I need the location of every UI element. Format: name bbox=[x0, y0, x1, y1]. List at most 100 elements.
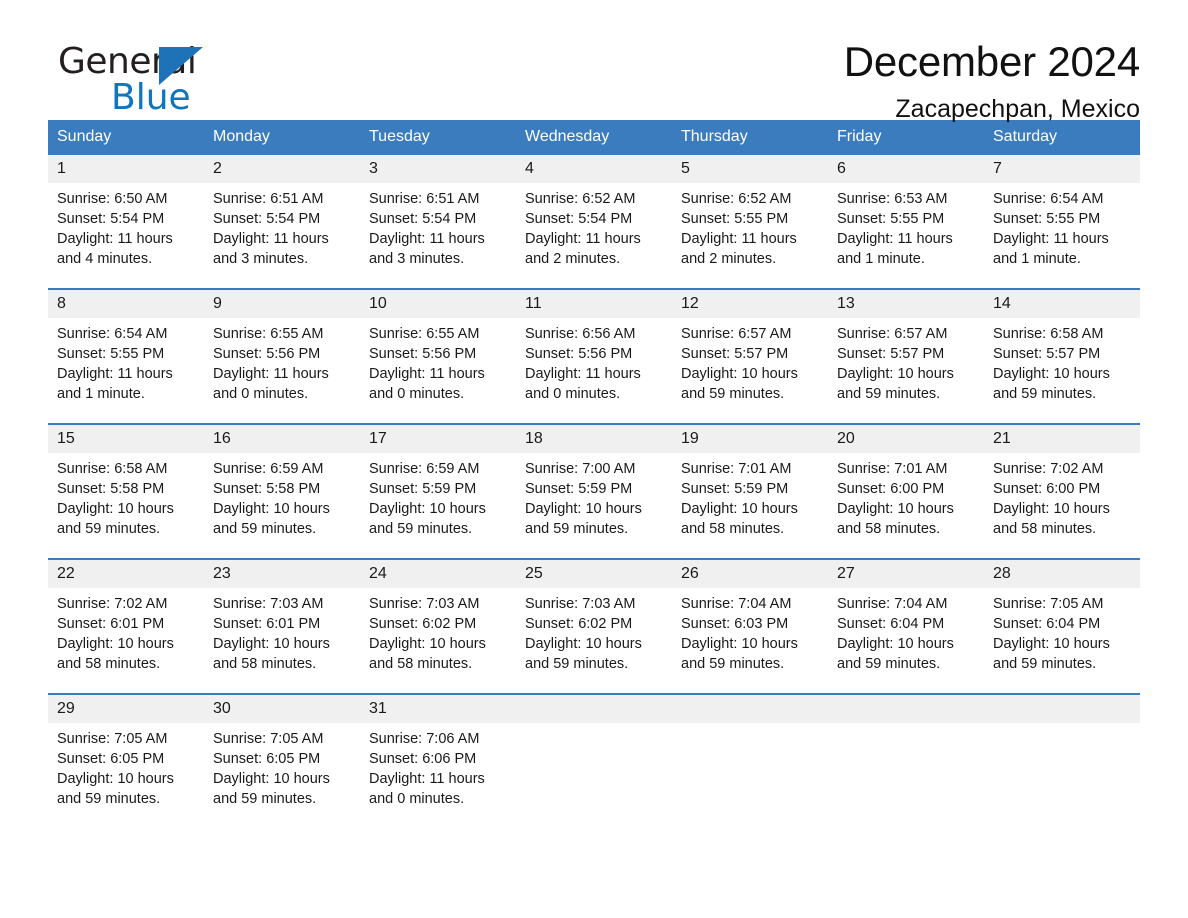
day-cell[interactable]: 21 Sunrise: 7:02 AM Sunset: 6:00 PM Dayligh… bbox=[984, 423, 1140, 559]
sunrise-text: Sunrise: 7:02 AM bbox=[57, 596, 168, 612]
day-cell[interactable]: 31 Sunrise: 7:06 AM Sunset: 6:06 PM Dayligh… bbox=[360, 693, 516, 828]
daylight-text-line1: Daylight: 10 hours bbox=[993, 636, 1110, 652]
day-cell[interactable]: 10 Sunrise: 6:55 AM Sunset: 5:56 PM Dayligh… bbox=[360, 288, 516, 424]
daylight-text-line1: Daylight: 11 hours bbox=[681, 231, 797, 247]
sunset-text: Sunset: 5:59 PM bbox=[681, 481, 789, 497]
sunrise-text: Sunrise: 7:04 AM bbox=[681, 596, 792, 612]
sunset-text: Sunset: 5:58 PM bbox=[213, 481, 321, 497]
day-cell[interactable]: 3 Sunrise: 6:51 AM Sunset: 5:54 PM Daylight… bbox=[360, 155, 516, 289]
day-cell[interactable]: 18 Sunrise: 7:00 AM Sunset: 5:59 PM Dayligh… bbox=[516, 423, 672, 559]
day-info: Sunrise: 7:06 AM Sunset: 6:06 PM Daylight:… bbox=[360, 723, 516, 809]
sunrise-text: Sunrise: 7:06 AM bbox=[369, 731, 480, 747]
day-number: 18 bbox=[516, 425, 672, 453]
day-number: 22 bbox=[48, 560, 204, 588]
daylight-text-line2: and 1 minute. bbox=[57, 386, 145, 402]
day-info bbox=[828, 723, 984, 729]
day-info: Sunrise: 6:56 AM Sunset: 5:56 PM Daylight:… bbox=[516, 318, 672, 404]
day-cell[interactable]: 16 Sunrise: 6:59 AM Sunset: 5:58 PM Dayligh… bbox=[204, 423, 360, 559]
day-info: Sunrise: 6:54 AM Sunset: 5:55 PM Daylight:… bbox=[48, 318, 204, 404]
daylight-text-line2: and 59 minutes. bbox=[993, 386, 1097, 402]
day-info: Sunrise: 7:05 AM Sunset: 6:05 PM Daylight:… bbox=[204, 723, 360, 809]
day-cell[interactable]: 4 Sunrise: 6:52 AM Sunset: 5:54 PM Daylight… bbox=[516, 155, 672, 289]
week-row: 22 Sunrise: 7:02 AM Sunset: 6:01 PM Dayligh… bbox=[48, 558, 1140, 694]
day-cell[interactable]: 5 Sunrise: 6:52 AM Sunset: 5:55 PM Daylight… bbox=[672, 155, 828, 289]
day-number: 20 bbox=[828, 425, 984, 453]
daylight-text-line2: and 59 minutes. bbox=[681, 656, 785, 672]
daylight-text-line2: and 59 minutes. bbox=[57, 791, 161, 807]
day-cell[interactable]: 15 Sunrise: 6:58 AM Sunset: 5:58 PM Dayligh… bbox=[48, 423, 204, 559]
day-cell[interactable]: 2 Sunrise: 6:51 AM Sunset: 5:54 PM Daylight… bbox=[204, 155, 360, 289]
daylight-text-line2: and 1 minute. bbox=[993, 251, 1081, 267]
daylight-text-line2: and 59 minutes. bbox=[213, 521, 317, 537]
day-cell[interactable]: 29 Sunrise: 7:05 AM Sunset: 6:05 PM Dayligh… bbox=[48, 693, 204, 828]
day-number: 11 bbox=[516, 290, 672, 318]
daylight-text-line1: Daylight: 10 hours bbox=[213, 501, 330, 517]
daylight-text-line2: and 59 minutes. bbox=[57, 521, 161, 537]
day-cell[interactable]: 27 Sunrise: 7:04 AM Sunset: 6:04 PM Dayligh… bbox=[828, 558, 984, 694]
day-cell[interactable]: 1 Sunrise: 6:50 AM Sunset: 5:54 PM Daylight… bbox=[48, 155, 204, 289]
day-cell[interactable]: 26 Sunrise: 7:04 AM Sunset: 6:03 PM Dayligh… bbox=[672, 558, 828, 694]
sunset-text: Sunset: 6:06 PM bbox=[369, 751, 477, 767]
day-cell[interactable]: 7 Sunrise: 6:54 AM Sunset: 5:55 PM Daylight… bbox=[984, 155, 1140, 289]
day-cell[interactable]: 9 Sunrise: 6:55 AM Sunset: 5:56 PM Daylight… bbox=[204, 288, 360, 424]
daylight-text-line2: and 59 minutes. bbox=[993, 656, 1097, 672]
sunset-text: Sunset: 6:02 PM bbox=[369, 616, 477, 632]
day-info bbox=[672, 723, 828, 729]
day-cell[interactable]: 17 Sunrise: 6:59 AM Sunset: 5:59 PM Dayligh… bbox=[360, 423, 516, 559]
day-cell[interactable]: 28 Sunrise: 7:05 AM Sunset: 6:04 PM Dayligh… bbox=[984, 558, 1140, 694]
day-cell[interactable]: 22 Sunrise: 7:02 AM Sunset: 6:01 PM Dayligh… bbox=[48, 558, 204, 694]
day-number: 4 bbox=[516, 155, 672, 183]
daylight-text-line2: and 58 minutes. bbox=[369, 656, 473, 672]
weekday-header-saturday: Saturday bbox=[984, 120, 1140, 155]
sunset-text: Sunset: 5:57 PM bbox=[993, 346, 1101, 362]
day-cell[interactable]: 23 Sunrise: 7:03 AM Sunset: 6:01 PM Dayligh… bbox=[204, 558, 360, 694]
sunset-text: Sunset: 6:03 PM bbox=[681, 616, 789, 632]
sunset-text: Sunset: 5:54 PM bbox=[369, 211, 477, 227]
day-cell[interactable]: 20 Sunrise: 7:01 AM Sunset: 6:00 PM Dayligh… bbox=[828, 423, 984, 559]
sunrise-text: Sunrise: 7:03 AM bbox=[213, 596, 324, 612]
daylight-text-line2: and 59 minutes. bbox=[369, 521, 473, 537]
day-number: 16 bbox=[204, 425, 360, 453]
day-cell[interactable]: 30 Sunrise: 7:05 AM Sunset: 6:05 PM Dayligh… bbox=[204, 693, 360, 828]
daylight-text-line1: Daylight: 10 hours bbox=[57, 636, 174, 652]
day-number: 28 bbox=[984, 560, 1140, 588]
sunset-text: Sunset: 5:58 PM bbox=[57, 481, 165, 497]
daylight-text-line1: Daylight: 10 hours bbox=[369, 501, 486, 517]
daylight-text-line2: and 58 minutes. bbox=[993, 521, 1097, 537]
day-info: Sunrise: 7:02 AM Sunset: 6:01 PM Daylight:… bbox=[48, 588, 204, 674]
sunrise-text: Sunrise: 7:02 AM bbox=[993, 461, 1104, 477]
weekday-header-thursday: Thursday bbox=[672, 120, 828, 155]
sunrise-text: Sunrise: 6:58 AM bbox=[57, 461, 168, 477]
calendar-header-row: Sunday Monday Tuesday Wednesday Thursday… bbox=[48, 120, 1140, 155]
sunset-text: Sunset: 5:59 PM bbox=[369, 481, 477, 497]
daylight-text-line1: Daylight: 10 hours bbox=[837, 501, 954, 517]
page-header: General Blue December 2024 Zacapechpan, … bbox=[48, 0, 1140, 122]
day-cell[interactable]: 19 Sunrise: 7:01 AM Sunset: 5:59 PM Dayligh… bbox=[672, 423, 828, 559]
sunrise-text: Sunrise: 6:58 AM bbox=[993, 326, 1104, 342]
day-cell[interactable]: 12 Sunrise: 6:57 AM Sunset: 5:57 PM Dayligh… bbox=[672, 288, 828, 424]
sunset-text: Sunset: 6:01 PM bbox=[213, 616, 321, 632]
day-cell[interactable]: 24 Sunrise: 7:03 AM Sunset: 6:02 PM Dayligh… bbox=[360, 558, 516, 694]
daylight-text-line1: Daylight: 10 hours bbox=[837, 366, 954, 382]
day-cell[interactable]: 6 Sunrise: 6:53 AM Sunset: 5:55 PM Daylight… bbox=[828, 155, 984, 289]
sunset-text: Sunset: 5:55 PM bbox=[837, 211, 945, 227]
daylight-text-line1: Daylight: 10 hours bbox=[525, 636, 642, 652]
day-info: Sunrise: 7:01 AM Sunset: 6:00 PM Daylight:… bbox=[828, 453, 984, 539]
sunrise-text: Sunrise: 7:01 AM bbox=[837, 461, 948, 477]
day-cell[interactable]: 8 Sunrise: 6:54 AM Sunset: 5:55 PM Daylight… bbox=[48, 288, 204, 424]
sunset-text: Sunset: 5:54 PM bbox=[57, 211, 165, 227]
daylight-text-line2: and 59 minutes. bbox=[213, 791, 317, 807]
sunrise-text: Sunrise: 7:01 AM bbox=[681, 461, 792, 477]
day-cell[interactable]: 25 Sunrise: 7:03 AM Sunset: 6:02 PM Dayligh… bbox=[516, 558, 672, 694]
sunset-text: Sunset: 5:57 PM bbox=[837, 346, 945, 362]
day-cell[interactable]: 13 Sunrise: 6:57 AM Sunset: 5:57 PM Dayligh… bbox=[828, 288, 984, 424]
week-row: 15 Sunrise: 6:58 AM Sunset: 5:58 PM Dayligh… bbox=[48, 423, 1140, 559]
sunset-text: Sunset: 5:54 PM bbox=[525, 211, 633, 227]
sunrise-text: Sunrise: 7:05 AM bbox=[57, 731, 168, 747]
day-cell[interactable]: 11 Sunrise: 6:56 AM Sunset: 5:56 PM Dayligh… bbox=[516, 288, 672, 424]
sunrise-text: Sunrise: 7:05 AM bbox=[993, 596, 1104, 612]
day-info bbox=[984, 723, 1140, 729]
daylight-text-line2: and 59 minutes. bbox=[837, 386, 941, 402]
day-cell[interactable]: 14 Sunrise: 6:58 AM Sunset: 5:57 PM Dayligh… bbox=[984, 288, 1140, 424]
day-info: Sunrise: 6:58 AM Sunset: 5:57 PM Daylight:… bbox=[984, 318, 1140, 404]
